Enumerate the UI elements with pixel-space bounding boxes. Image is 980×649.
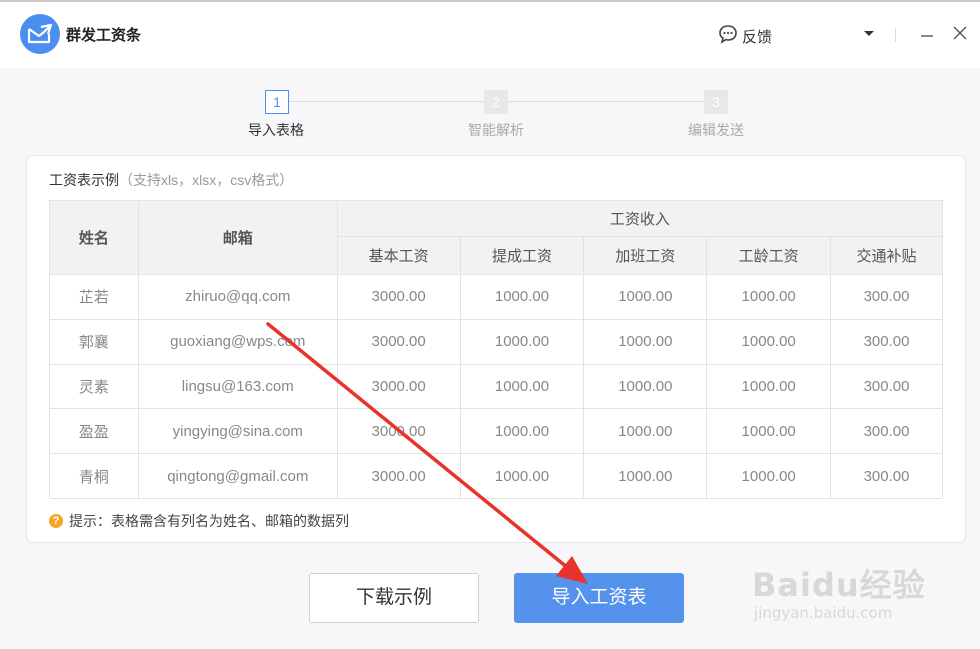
column-header-overtime: 加班工资 xyxy=(583,236,708,275)
table-cell: 1000.00 xyxy=(706,274,832,320)
table-cell: 1000.00 xyxy=(706,363,832,410)
table-row: 青桐 qingtong@gmail.com 3000.00 1000.00 10… xyxy=(49,453,943,499)
card-subtitle: （支持xls，xlsx，csv格式） xyxy=(119,172,294,188)
tip-message: ? 提示：表格需含有列名为姓名、邮箱的数据列 xyxy=(49,511,349,531)
table-cell: 300.00 xyxy=(830,408,943,455)
table-cell: 300.00 xyxy=(830,453,943,499)
table-cell: 3000.00 xyxy=(336,318,461,365)
question-icon: ? xyxy=(49,514,63,528)
table-cell: 青桐 xyxy=(49,453,139,499)
step-label-import: 导入表格 xyxy=(248,122,304,138)
step-connector xyxy=(289,101,484,102)
table-cell: 300.00 xyxy=(830,363,943,410)
download-sample-button[interactable]: 下载示例 xyxy=(309,573,479,623)
import-payroll-button[interactable]: 导入工资表 xyxy=(514,573,684,623)
feedback-label: 反馈 xyxy=(742,28,773,46)
table-cell: 郭襄 xyxy=(49,318,139,365)
table-row: 盈盈 yingying@sina.com 3000.00 1000.00 100… xyxy=(49,408,943,455)
table-cell: 1000.00 xyxy=(459,318,585,365)
table-cell: 1000.00 xyxy=(459,453,585,499)
feedback-button[interactable]: 反馈 xyxy=(718,24,772,48)
tip-text: 提示：表格需含有列名为姓名、邮箱的数据列 xyxy=(69,513,349,529)
table-cell: guoxiang@wps.com xyxy=(137,318,338,365)
close-icon[interactable] xyxy=(949,22,971,44)
table-row: 芷若 zhiruo@qq.com 3000.00 1000.00 1000.00… xyxy=(49,274,943,320)
baidu-watermark: Baidu经验 jingyan.baidu.com xyxy=(752,540,932,630)
table-cell: 1000.00 xyxy=(583,453,708,499)
table-cell: 1000.00 xyxy=(706,453,832,499)
table-cell: zhiruo@qq.com xyxy=(137,274,338,320)
table-cell: 3000.00 xyxy=(336,408,461,455)
sample-table: 姓名 邮箱 工资收入 基本工资 提成工资 加班工资 工龄工资 交通补贴 芷若 z… xyxy=(49,200,944,499)
titlebar-divider xyxy=(895,28,896,42)
table-cell: 灵素 xyxy=(49,363,139,410)
chat-bubble-icon xyxy=(718,24,738,48)
card-title-text: 工资表示例 xyxy=(49,172,119,188)
table-cell: 1000.00 xyxy=(583,363,708,410)
table-row: 郭襄 guoxiang@wps.com 3000.00 1000.00 1000… xyxy=(49,318,943,365)
step-label-send: 编辑发送 xyxy=(688,122,744,138)
column-header-transport: 交通补贴 xyxy=(830,236,943,275)
envelope-arrow-icon xyxy=(20,14,60,54)
table-cell: 3000.00 xyxy=(336,363,461,410)
step-number-1: 1 xyxy=(265,90,289,114)
triangle-down-icon[interactable] xyxy=(858,22,880,44)
progress-steps: 1 导入表格 2 智能解析 3 编辑发送 xyxy=(0,88,980,148)
title-bar: 群发工资条 反馈 xyxy=(0,2,980,68)
sample-card: 工资表示例（支持xls，xlsx，csv格式） 姓名 邮箱 工资收入 基本工资 … xyxy=(26,155,966,543)
table-cell: 300.00 xyxy=(830,318,943,365)
app-title: 群发工资条 xyxy=(66,27,142,44)
table-cell: 1000.00 xyxy=(459,274,585,320)
step-number-3: 3 xyxy=(704,90,728,114)
column-header-name: 姓名 xyxy=(49,200,139,275)
column-header-base-salary: 基本工资 xyxy=(336,236,461,275)
table-cell: lingsu@163.com xyxy=(137,363,338,410)
minimize-icon[interactable] xyxy=(916,22,938,44)
step-number-2: 2 xyxy=(484,90,508,114)
step-label-parse: 智能解析 xyxy=(468,122,524,138)
table-cell: 3000.00 xyxy=(336,453,461,499)
table-cell: 1000.00 xyxy=(459,363,585,410)
watermark-url: jingyan.baidu.com xyxy=(754,604,893,622)
step-connector xyxy=(508,101,704,102)
table-row: 灵素 lingsu@163.com 3000.00 1000.00 1000.0… xyxy=(49,363,943,410)
table-cell: 1000.00 xyxy=(706,318,832,365)
watermark-brand: Baidu经验 xyxy=(752,566,926,604)
table-cell: 300.00 xyxy=(830,274,943,320)
column-header-email: 邮箱 xyxy=(137,200,338,275)
table-cell: 1000.00 xyxy=(706,408,832,455)
column-group-header: 工资收入 xyxy=(336,200,944,237)
table-cell: 1000.00 xyxy=(583,318,708,365)
table-cell: 1000.00 xyxy=(583,274,708,320)
table-cell: 1000.00 xyxy=(459,408,585,455)
table-cell: 芷若 xyxy=(49,274,139,320)
table-cell: yingying@sina.com xyxy=(137,408,338,455)
table-cell: 盈盈 xyxy=(49,408,139,455)
column-header-seniority: 工龄工资 xyxy=(706,236,832,275)
column-header-commission: 提成工资 xyxy=(459,236,585,275)
table-cell: qingtong@gmail.com xyxy=(137,453,338,499)
table-cell: 1000.00 xyxy=(583,408,708,455)
table-cell: 3000.00 xyxy=(336,274,461,320)
card-title: 工资表示例（支持xls，xlsx，csv格式） xyxy=(49,170,293,190)
